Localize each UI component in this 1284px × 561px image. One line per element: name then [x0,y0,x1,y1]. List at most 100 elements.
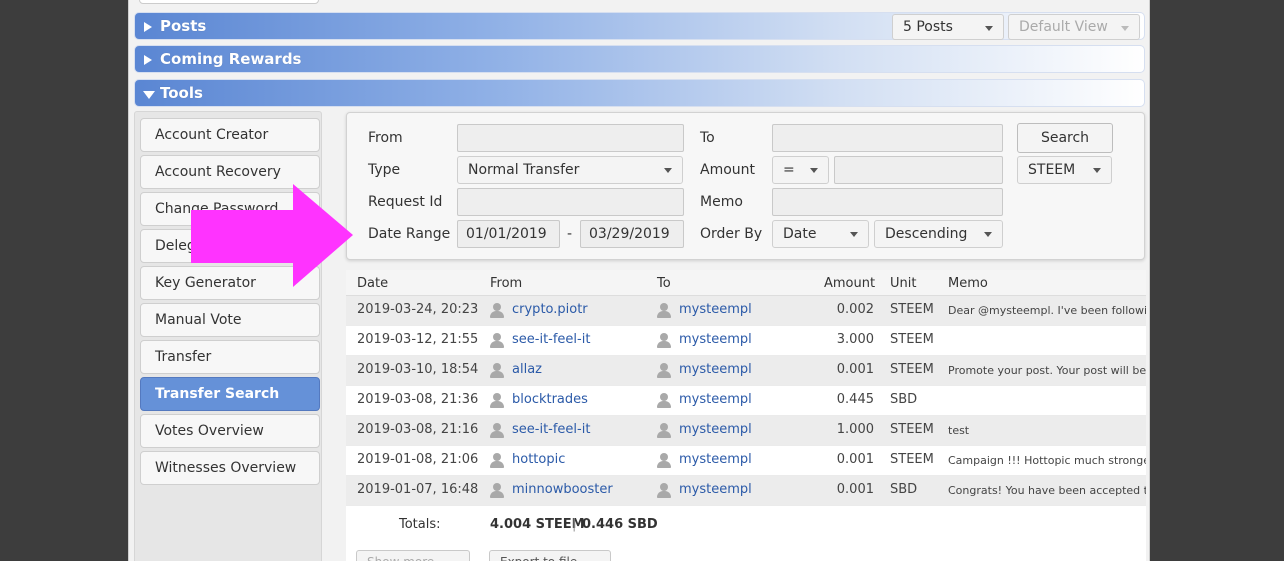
cell-to[interactable]: mysteempl [679,302,752,317]
user-icon [490,393,504,408]
cell-amount: 0.445 [836,392,874,407]
show-more-button[interactable]: Show more [356,550,470,561]
order-field-select[interactable]: Date [772,220,869,248]
chevron-down-icon [1093,168,1101,173]
cell-date: 2019-03-08, 21:36 [357,392,479,407]
cell-to[interactable]: mysteempl [679,392,752,407]
request-id-input[interactable] [457,188,684,216]
amount-operator-select[interactable]: = [772,156,829,184]
cell-unit: STEEM [890,452,934,467]
cell-from[interactable]: allaz [512,362,542,377]
totals-label: Totals: [399,517,441,532]
sidebar-item-votes-overview[interactable]: Votes Overview [140,414,320,448]
cell-amount: 3.000 [836,332,874,347]
cell-amount: 0.001 [836,482,874,497]
cell-to[interactable]: mysteempl [679,332,752,347]
tools-sidebar: Account Creator Account Recovery Change … [134,111,322,561]
currency-select[interactable]: STEEM [1017,156,1112,184]
cell-date: 2019-03-08, 21:16 [357,422,479,437]
table-header: Date From To Amount Unit Memo [346,270,1146,296]
totals-sbd: 0.446 SBD [582,517,658,532]
cell-to[interactable]: mysteempl [679,422,752,437]
sidebar-item-label: Account Creator [155,127,269,143]
cell-from[interactable]: blocktrades [512,392,588,407]
user-icon [657,333,671,348]
top-edge [129,0,1149,10]
section-posts[interactable]: Posts 5 Posts Default View [134,12,1145,40]
memo-input[interactable] [772,188,1003,216]
table-row: 2019-03-08, 21:16 see-it-feel-it mysteempl… [346,416,1146,446]
section-coming-rewards[interactable]: Coming Rewards [134,45,1145,73]
cell-memo: Dear @mysteempl. I've been following y [948,304,1146,317]
cell-from[interactable]: hottopic [512,452,565,467]
cell-amount: 0.001 [836,452,874,467]
sidebar-item-transfer-search[interactable]: Transfer Search [140,377,320,411]
section-title: Posts [160,17,207,35]
header-to[interactable]: To [657,276,671,291]
to-input[interactable] [772,124,1003,152]
select-value: STEEM [1028,162,1076,178]
cell-date: 2019-03-12, 21:55 [357,332,479,347]
date-from-input[interactable]: 01/01/2019 [457,220,560,248]
user-icon [657,303,671,318]
cell-from[interactable]: see-it-feel-it [512,422,590,437]
chevron-down-icon [664,168,672,173]
user-icon [657,363,671,378]
chevron-down-icon [985,26,993,31]
cell-to[interactable]: mysteempl [679,452,752,467]
expand-triangle-icon [144,22,152,32]
cell-from[interactable]: minnowbooster [512,482,613,497]
totals-steem: 4.004 STEEM [490,517,585,532]
header-unit[interactable]: Unit [890,276,916,291]
cell-unit: SBD [890,392,918,407]
sidebar-item-account-creator[interactable]: Account Creator [140,118,320,152]
to-label: To [700,130,715,146]
section-tools[interactable]: Tools [134,79,1145,107]
request-id-label: Request Id [368,194,443,210]
export-button[interactable]: Export to file [489,550,611,561]
cell-unit: STEEM [890,422,934,437]
cell-memo: Congrats! You have been accepted to th [948,484,1146,497]
sidebar-item-label: Account Recovery [155,164,281,180]
cell-memo: Promote your post. Your post will be m [948,364,1146,377]
date-to-input[interactable]: 03/29/2019 [580,220,684,248]
arrow-shape [191,184,353,287]
header-date[interactable]: Date [357,276,388,291]
user-icon [490,483,504,498]
date-range-label: Date Range [368,226,451,242]
cell-from[interactable]: crypto.piotr [512,302,588,317]
posts-view-select[interactable]: Default View [1008,14,1140,40]
memo-label: Memo [700,194,743,210]
user-icon [657,393,671,408]
header-memo[interactable]: Memo [948,276,988,291]
cell-from[interactable]: see-it-feel-it [512,332,590,347]
amount-input[interactable] [834,156,1003,184]
cell-amount: 0.002 [836,302,874,317]
header-amount[interactable]: Amount [824,276,875,291]
header-from[interactable]: From [490,276,522,291]
order-direction-select[interactable]: Descending [874,220,1003,248]
select-value: = [783,162,795,178]
sidebar-item-label: Transfer [155,349,212,365]
sidebar-item-transfer[interactable]: Transfer [140,340,320,374]
from-input[interactable] [457,124,684,152]
table-row: 2019-03-12, 21:55 see-it-feel-it mysteempl… [346,326,1146,356]
select-value: Default View [1019,19,1108,35]
sidebar-item-label: Transfer Search [155,386,280,402]
select-value: Date [783,226,817,242]
cell-to[interactable]: mysteempl [679,482,752,497]
posts-count-select[interactable]: 5 Posts [892,14,1004,40]
type-select[interactable]: Normal Transfer [457,156,683,184]
sidebar-item-label: Manual Vote [155,312,242,328]
user-icon [490,303,504,318]
table-row: 2019-03-10, 18:54 allaz mysteempl 0.001 STEE… [346,356,1146,386]
cell-to[interactable]: mysteempl [679,362,752,377]
sidebar-item-manual-vote[interactable]: Manual Vote [140,303,320,337]
sidebar-item-witnesses-overview[interactable]: Witnesses Overview [140,451,320,485]
user-icon [657,453,671,468]
cell-date: 2019-01-08, 21:06 [357,452,479,467]
date-range-separator: - [567,226,573,242]
transfer-search-form: From To Search Type Normal Transfer Amou… [346,112,1145,260]
select-value: Descending [885,226,968,242]
search-button[interactable]: Search [1017,123,1113,153]
